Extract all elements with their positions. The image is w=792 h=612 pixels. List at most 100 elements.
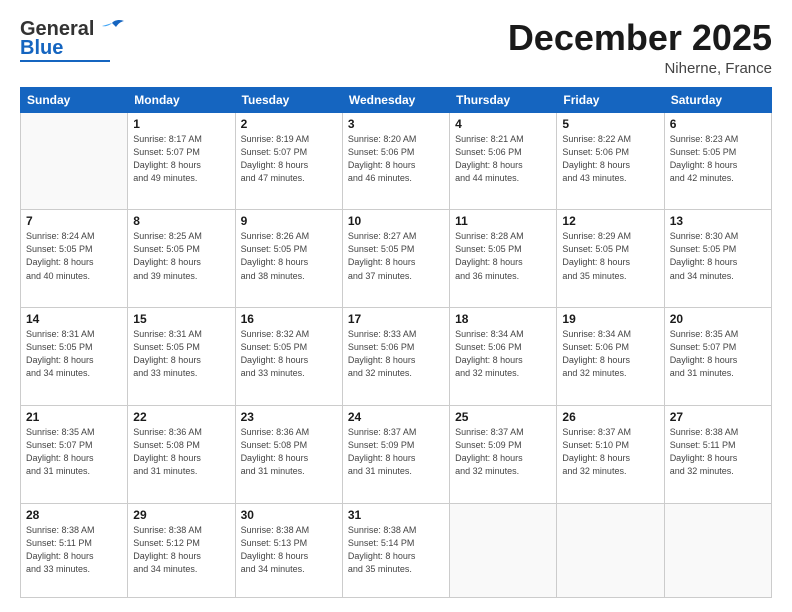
table-row: 15Sunrise: 8:31 AMSunset: 5:05 PMDayligh… (128, 308, 235, 406)
day-info: Sunrise: 8:37 AMSunset: 5:10 PMDaylight:… (562, 426, 658, 478)
day-info: Sunrise: 8:24 AMSunset: 5:05 PMDaylight:… (26, 230, 122, 282)
day-info: Sunrise: 8:38 AMSunset: 5:12 PMDaylight:… (133, 524, 229, 576)
day-info: Sunrise: 8:37 AMSunset: 5:09 PMDaylight:… (348, 426, 444, 478)
day-number: 13 (670, 214, 766, 228)
day-info: Sunrise: 8:25 AMSunset: 5:05 PMDaylight:… (133, 230, 229, 282)
day-info: Sunrise: 8:34 AMSunset: 5:06 PMDaylight:… (455, 328, 551, 380)
header: General Blue December 2025 Niherne, Fran… (20, 18, 772, 77)
table-row: 14 Sunrise: 8:31 AMSunset: 5:05 PMDayligh… (21, 308, 128, 406)
day-info: Sunrise: 8:32 AMSunset: 5:05 PMDaylight:… (241, 328, 337, 380)
table-row: 28 Sunrise: 8:38 AMSunset: 5:11 PMDayligh… (21, 503, 128, 597)
table-row: 29 Sunrise: 8:38 AMSunset: 5:12 PMDayligh… (128, 503, 235, 597)
table-row: 2 Sunrise: 8:19 AMSunset: 5:07 PMDaylight… (235, 112, 342, 210)
calendar-week-row: 1Sunrise: 8:17 AMSunset: 5:07 PMDaylight… (21, 112, 772, 210)
day-info: Sunrise: 8:26 AMSunset: 5:05 PMDaylight:… (241, 230, 337, 282)
day-info: Sunrise: 8:31 AMSunset: 5:05 PMDaylight:… (26, 328, 122, 380)
day-info: Sunrise: 8:36 AMSunset: 5:08 PMDaylight:… (133, 426, 229, 478)
calendar-week-row: 21 Sunrise: 8:35 AMSunset: 5:07 PMDayligh… (21, 405, 772, 503)
col-thursday: Thursday (450, 87, 557, 112)
table-row: 7 Sunrise: 8:24 AMSunset: 5:05 PMDaylight… (21, 210, 128, 308)
day-number: 22 (133, 410, 229, 424)
day-info: Sunrise: 8:38 AMSunset: 5:14 PMDaylight:… (348, 524, 444, 576)
day-number: 27 (670, 410, 766, 424)
day-number: 24 (348, 410, 444, 424)
title-block: December 2025 Niherne, France (508, 18, 772, 77)
day-number: 14 (26, 312, 122, 326)
day-number: 4 (455, 117, 551, 131)
day-number: 29 (133, 508, 229, 522)
col-wednesday: Wednesday (342, 87, 449, 112)
day-number: 21 (26, 410, 122, 424)
table-row: 23Sunrise: 8:36 AMSunset: 5:08 PMDayligh… (235, 405, 342, 503)
table-row: 10Sunrise: 8:27 AMSunset: 5:05 PMDayligh… (342, 210, 449, 308)
day-number: 6 (670, 117, 766, 131)
day-number: 26 (562, 410, 658, 424)
day-info: Sunrise: 8:28 AMSunset: 5:05 PMDaylight:… (455, 230, 551, 282)
calendar-week-row: 14 Sunrise: 8:31 AMSunset: 5:05 PMDayligh… (21, 308, 772, 406)
table-row: 31Sunrise: 8:38 AMSunset: 5:14 PMDayligh… (342, 503, 449, 597)
table-row: 11 Sunrise: 8:28 AMSunset: 5:05 PMDayligh… (450, 210, 557, 308)
day-number: 3 (348, 117, 444, 131)
day-info: Sunrise: 8:27 AMSunset: 5:05 PMDaylight:… (348, 230, 444, 282)
logo-bird-icon (98, 19, 126, 41)
day-number: 12 (562, 214, 658, 228)
day-number: 18 (455, 312, 551, 326)
day-number: 5 (562, 117, 658, 131)
day-number: 15 (133, 312, 229, 326)
table-row: 25 Sunrise: 8:37 AMSunset: 5:09 PMDayligh… (450, 405, 557, 503)
day-info: Sunrise: 8:23 AMSunset: 5:05 PMDaylight:… (670, 133, 766, 185)
day-number: 1 (133, 117, 229, 131)
day-info: Sunrise: 8:37 AMSunset: 5:09 PMDaylight:… (455, 426, 551, 478)
col-tuesday: Tuesday (235, 87, 342, 112)
table-row: 18 Sunrise: 8:34 AMSunset: 5:06 PMDayligh… (450, 308, 557, 406)
table-row: 21 Sunrise: 8:35 AMSunset: 5:07 PMDayligh… (21, 405, 128, 503)
table-row (557, 503, 664, 597)
day-number: 25 (455, 410, 551, 424)
calendar-week-row: 28 Sunrise: 8:38 AMSunset: 5:11 PMDayligh… (21, 503, 772, 597)
table-row: 24 Sunrise: 8:37 AMSunset: 5:09 PMDayligh… (342, 405, 449, 503)
table-row: 30 Sunrise: 8:38 AMSunset: 5:13 PMDayligh… (235, 503, 342, 597)
page: General Blue December 2025 Niherne, Fran… (0, 0, 792, 612)
table-row: 26 Sunrise: 8:37 AMSunset: 5:10 PMDayligh… (557, 405, 664, 503)
day-number: 11 (455, 214, 551, 228)
logo: General Blue (20, 18, 126, 64)
day-info: Sunrise: 8:38 AMSunset: 5:11 PMDaylight:… (670, 426, 766, 478)
day-info: Sunrise: 8:36 AMSunset: 5:08 PMDaylight:… (241, 426, 337, 478)
calendar-header-row: Sunday Monday Tuesday Wednesday Thursday… (21, 87, 772, 112)
day-number: 19 (562, 312, 658, 326)
day-info: Sunrise: 8:22 AMSunset: 5:06 PMDaylight:… (562, 133, 658, 185)
day-number: 8 (133, 214, 229, 228)
table-row: 17Sunrise: 8:33 AMSunset: 5:06 PMDayligh… (342, 308, 449, 406)
day-number: 16 (241, 312, 337, 326)
calendar-week-row: 7 Sunrise: 8:24 AMSunset: 5:05 PMDaylight… (21, 210, 772, 308)
day-info: Sunrise: 8:20 AMSunset: 5:06 PMDaylight:… (348, 133, 444, 185)
table-row (664, 503, 771, 597)
table-row: 27 Sunrise: 8:38 AMSunset: 5:11 PMDayligh… (664, 405, 771, 503)
day-info: Sunrise: 8:35 AMSunset: 5:07 PMDaylight:… (26, 426, 122, 478)
day-number: 2 (241, 117, 337, 131)
logo-blue: Blue (20, 37, 63, 60)
day-info: Sunrise: 8:29 AMSunset: 5:05 PMDaylight:… (562, 230, 658, 282)
day-info: Sunrise: 8:21 AMSunset: 5:06 PMDaylight:… (455, 133, 551, 185)
table-row: 22 Sunrise: 8:36 AMSunset: 5:08 PMDayligh… (128, 405, 235, 503)
day-number: 28 (26, 508, 122, 522)
day-number: 9 (241, 214, 337, 228)
col-saturday: Saturday (664, 87, 771, 112)
day-info: Sunrise: 8:30 AMSunset: 5:05 PMDaylight:… (670, 230, 766, 282)
day-number: 30 (241, 508, 337, 522)
day-info: Sunrise: 8:38 AMSunset: 5:13 PMDaylight:… (241, 524, 337, 576)
table-row: 6 Sunrise: 8:23 AMSunset: 5:05 PMDaylight… (664, 112, 771, 210)
day-info: Sunrise: 8:19 AMSunset: 5:07 PMDaylight:… (241, 133, 337, 185)
table-row: 8 Sunrise: 8:25 AMSunset: 5:05 PMDaylight… (128, 210, 235, 308)
col-monday: Monday (128, 87, 235, 112)
table-row: 1Sunrise: 8:17 AMSunset: 5:07 PMDaylight… (128, 112, 235, 210)
day-number: 7 (26, 214, 122, 228)
table-row: 3 Sunrise: 8:20 AMSunset: 5:06 PMDaylight… (342, 112, 449, 210)
day-info: Sunrise: 8:38 AMSunset: 5:11 PMDaylight:… (26, 524, 122, 576)
col-friday: Friday (557, 87, 664, 112)
calendar-table: Sunday Monday Tuesday Wednesday Thursday… (20, 87, 772, 598)
day-number: 20 (670, 312, 766, 326)
day-info: Sunrise: 8:33 AMSunset: 5:06 PMDaylight:… (348, 328, 444, 380)
day-info: Sunrise: 8:35 AMSunset: 5:07 PMDaylight:… (670, 328, 766, 380)
table-row (21, 112, 128, 210)
